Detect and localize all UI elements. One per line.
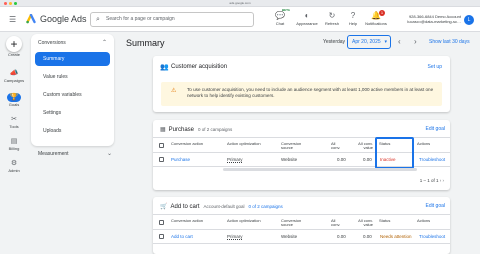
tools-icon: ✂: [11, 116, 17, 123]
subnav-measurement[interactable]: Measurement: [38, 151, 69, 157]
rail-tools[interactable]: ✂ Tools: [0, 115, 28, 129]
add-to-cart-goal-card: 🛒 Add to cart Account-default goal 0 of 2 c…: [153, 197, 450, 254]
chat-button[interactable]: BETA 💬 Chat: [266, 8, 294, 26]
optimization-value[interactable]: Primary: [227, 234, 243, 239]
select-all-checkbox[interactable]: [159, 220, 164, 225]
rail-goals[interactable]: 🏆 Goals: [0, 93, 28, 107]
rail-admin[interactable]: ⚙ Admin: [0, 159, 28, 173]
troubleshoot-link[interactable]: Troubleshoot: [419, 157, 445, 162]
subnav-item-value-rules[interactable]: Value rules: [35, 70, 110, 84]
row-checkbox[interactable]: [159, 157, 164, 162]
table-row: Add to cart Primary Website 0.00 0.00 Ne…: [153, 230, 450, 244]
notification-badge: 1: [379, 10, 385, 16]
next-page-icon[interactable]: ›: [443, 178, 445, 183]
search-icon: ⌕: [96, 16, 100, 23]
warning-text: To use customer acquisition, you need to…: [187, 87, 434, 98]
set-up-link[interactable]: Set up: [428, 64, 442, 70]
yesterday-label: Yesterday: [323, 39, 346, 45]
pagination: 1 – 1 of 1 ‹ ›: [419, 178, 445, 183]
customer-acquisition-card: 👥 Customer acquisition Set up ⚠ To use c…: [153, 56, 450, 112]
rail-campaigns[interactable]: 📣 Campaigns: [0, 69, 28, 83]
dropdown-arrow-icon: ▾: [384, 39, 387, 45]
cart-add-icon: 🛒: [160, 204, 168, 210]
table-header: Conversion action Action optimization Co…: [153, 214, 450, 230]
account-info[interactable]: 928-366-6844 Demo Account lucas•••@data-…: [395, 14, 461, 24]
subnav-item-custom-variables[interactable]: Custom variables: [35, 88, 110, 102]
appearance-button[interactable]: ◐ Appearance: [293, 10, 321, 26]
select-all-checkbox[interactable]: [159, 143, 164, 148]
url-bar[interactable]: ads.google.com: [214, 1, 266, 6]
notifications-button[interactable]: 1 🔔 Notifications: [362, 10, 390, 26]
show-last-30-days-link[interactable]: Show last 30 days: [429, 39, 470, 45]
search-box[interactable]: ⌕ Search for a page or campaign: [90, 12, 254, 27]
top-header: ☰ Google Ads ⌕ Search for a page or camp…: [0, 7, 480, 32]
hamburger-icon[interactable]: ☰: [9, 15, 16, 24]
subnav-item-uploads[interactable]: Uploads: [35, 124, 110, 138]
avatar[interactable]: L: [464, 15, 474, 25]
subnav-item-summary[interactable]: Summary: [35, 52, 110, 66]
conversion-action-link[interactable]: Add to cart: [171, 234, 193, 239]
troubleshoot-link[interactable]: Troubleshoot: [419, 234, 445, 239]
brand-name: Google Ads: [40, 14, 87, 24]
optimization-value[interactable]: Primary: [227, 157, 243, 162]
beta-tag: BETA: [282, 8, 290, 12]
rail-create[interactable]: + Create: [0, 36, 28, 57]
appearance-icon: ◐: [304, 11, 310, 20]
next-date-icon[interactable]: ›: [414, 37, 417, 46]
edit-goal-link[interactable]: Edit goal: [426, 126, 445, 132]
cart-icon: ▦: [160, 127, 166, 133]
campaigns-icon: 📣: [9, 70, 19, 77]
chevron-up-icon[interactable]: ⌃: [102, 39, 107, 46]
conversions-subnav: Conversions ⌃ Summary Value rules Custom…: [31, 34, 114, 146]
goal-title: ▦ Purchase 0 of 2 campaigns: [160, 127, 233, 133]
row-checkbox[interactable]: [159, 234, 164, 239]
left-rail: + Create 📣 Campaigns 🏆 Goals ✂ Tools ▤ B…: [0, 32, 28, 254]
google-ads-logo: [26, 14, 36, 24]
warning-banner: ⚠ To use customer acquisition, you need …: [161, 82, 442, 106]
billing-icon: ▤: [10, 138, 18, 145]
status-badge: Needs attention: [380, 234, 412, 239]
prev-page-icon[interactable]: ‹: [440, 178, 442, 183]
status-highlight: [375, 137, 414, 169]
gear-icon: ⚙: [10, 160, 18, 167]
chevron-down-icon[interactable]: ⌄: [107, 150, 112, 157]
plus-icon: +: [6, 36, 22, 52]
people-icon: 👥: [160, 64, 169, 71]
horizontal-scrollbar[interactable]: [223, 168, 417, 171]
page-title: Summary: [126, 38, 165, 48]
conversion-action-link[interactable]: Purchase: [171, 157, 190, 162]
subnav-header[interactable]: Conversions: [38, 40, 66, 46]
edit-goal-link[interactable]: Edit goal: [426, 203, 445, 209]
prev-date-icon[interactable]: ‹: [398, 37, 401, 46]
warning-icon: ⚠: [171, 88, 177, 94]
rail-billing[interactable]: ▤ Billing: [0, 137, 28, 151]
bell-icon: 🔔: [371, 11, 381, 20]
card-title: Customer acquisition: [171, 64, 228, 70]
trophy-icon: 🏆: [7, 93, 21, 102]
window-controls[interactable]: [4, 2, 17, 5]
search-placeholder: Search for a page or campaign: [106, 16, 175, 22]
purchase-goal-card: ▦ Purchase 0 of 2 campaigns Edit goal Conv…: [153, 120, 450, 190]
goal-title: 🛒 Add to cart Account-default goal 0 of 2 c…: [160, 204, 283, 210]
subnav-item-settings[interactable]: Settings: [35, 106, 110, 120]
date-picker[interactable]: Apr 20, 2025 ▾: [347, 35, 391, 49]
browser-bar: ads.google.com: [0, 0, 480, 7]
